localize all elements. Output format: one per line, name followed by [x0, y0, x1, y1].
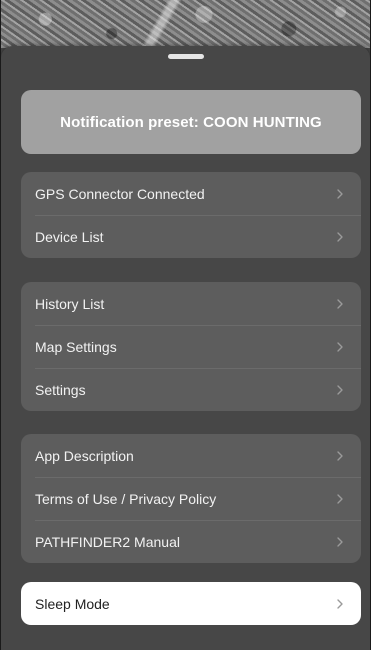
menu-item-label: App Description — [35, 447, 134, 464]
menu-item-label: Device List — [35, 228, 104, 245]
notification-preset-button[interactable]: Notification preset: COON HUNTING — [21, 90, 361, 154]
menu-item-gps-connector[interactable]: GPS Connector Connected — [21, 172, 361, 215]
chevron-right-icon — [333, 383, 347, 397]
menu-item-map-settings[interactable]: Map Settings — [21, 325, 361, 368]
menu-group-info: App Description Terms of Use / Privacy P… — [21, 434, 361, 563]
menu-item-label: GPS Connector Connected — [35, 185, 205, 202]
sleep-mode-button[interactable]: Sleep Mode — [21, 582, 361, 625]
menu-item-app-description[interactable]: App Description — [21, 434, 361, 477]
chevron-right-icon — [333, 492, 347, 506]
menu-item-manual[interactable]: PATHFINDER2 Manual — [21, 520, 361, 563]
app-screen: Notification preset: COON HUNTING GPS Co… — [0, 0, 371, 650]
menu-group-settings: History List Map Settings Settings — [21, 282, 361, 411]
sheet-grabber-handle[interactable] — [167, 54, 204, 59]
menu-item-history-list[interactable]: History List — [21, 282, 361, 325]
bottom-sheet: Notification preset: COON HUNTING GPS Co… — [1, 46, 370, 650]
menu-item-label: History List — [35, 295, 105, 312]
chevron-right-icon — [333, 449, 347, 463]
menu-item-label: Settings — [35, 381, 86, 398]
sleep-mode-label: Sleep Mode — [35, 595, 110, 612]
menu-item-terms-privacy[interactable]: Terms of Use / Privacy Policy — [21, 477, 361, 520]
menu-item-label: PATHFINDER2 Manual — [35, 533, 180, 550]
chevron-right-icon — [333, 597, 347, 611]
chevron-right-icon — [333, 230, 347, 244]
menu-item-label: Map Settings — [35, 338, 117, 355]
chevron-right-icon — [333, 187, 347, 201]
map-road — [101, 0, 221, 48]
menu-group-device: GPS Connector Connected Device List — [21, 172, 361, 258]
chevron-right-icon — [333, 297, 347, 311]
notification-preset-label: Notification preset: COON HUNTING — [60, 113, 322, 131]
menu-item-settings[interactable]: Settings — [21, 368, 361, 411]
menu-item-device-list[interactable]: Device List — [21, 215, 361, 258]
menu-item-label: Terms of Use / Privacy Policy — [35, 490, 217, 507]
chevron-right-icon — [333, 340, 347, 354]
map-view[interactable] — [1, 0, 370, 48]
chevron-right-icon — [333, 535, 347, 549]
